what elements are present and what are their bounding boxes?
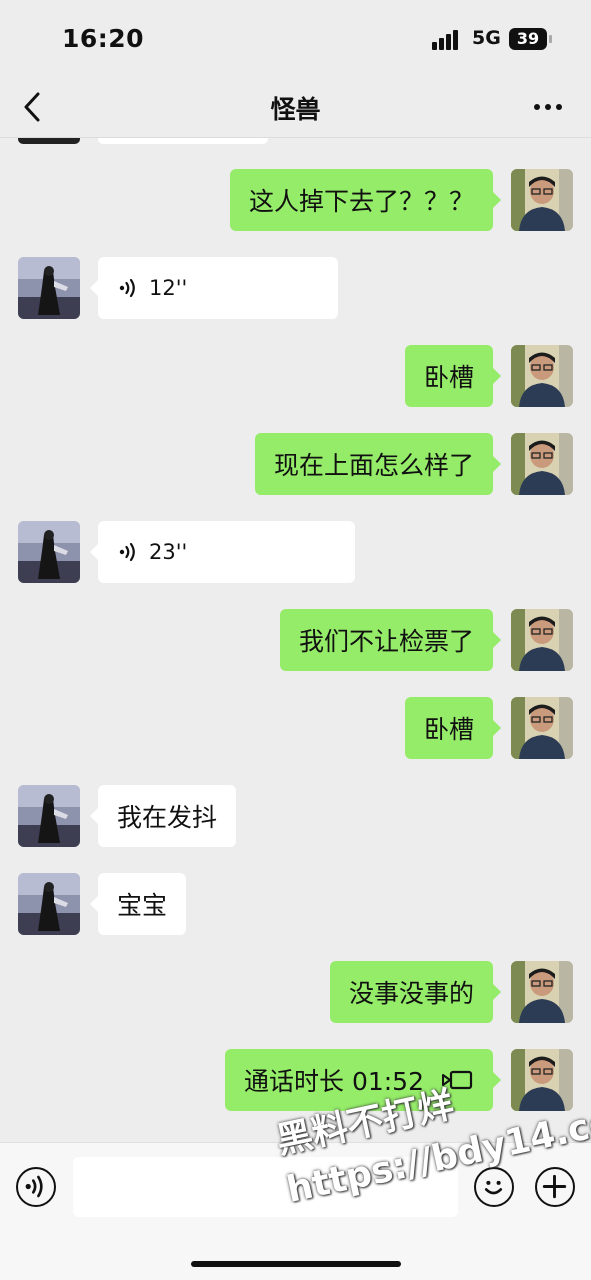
message-bubble[interactable]: 没事没事的 [329,961,502,1023]
message-bubble[interactable]: 卧槽 [404,345,502,407]
message-bubble[interactable]: 这人掉下去了？？？ [229,169,502,231]
contact-avatar[interactable] [18,521,80,583]
emoji-icon [484,1180,503,1195]
input-bar [0,1142,591,1280]
voice-message-bubble[interactable]: 23'' [90,521,355,583]
status-bar: 16:20 5G 39 [0,0,591,80]
more-options-button[interactable] [530,94,566,122]
my-avatar[interactable] [511,961,573,1023]
voice-icon [25,1175,43,1198]
message-bubble-partial [98,138,268,144]
battery-icon: 39 [509,28,547,50]
contact-avatar[interactable] [18,873,80,935]
battery-level: 39 [516,29,540,48]
my-avatar[interactable] [511,609,573,671]
message-input[interactable] [73,1157,458,1217]
battery-terminal [549,35,552,43]
message-text: 这人掉下去了？？？ [248,187,474,216]
message-bubble[interactable]: 我们不让检票了 [279,609,502,671]
message-bubble[interactable]: 卧槽 [404,697,502,759]
contact-avatar[interactable] [18,785,80,847]
message-text: 卧槽 [423,715,474,744]
voice-duration: 23'' [149,540,188,564]
message-text: 卧槽 [423,363,474,392]
voice-duration: 12'' [149,276,188,300]
my-avatar[interactable] [511,345,573,407]
cellular-signal-icon [432,30,464,50]
avatar-partial [18,138,80,144]
more-features-button[interactable] [535,1167,575,1207]
video-call-record-bubble[interactable]: 通话时长 01:52 [225,1049,501,1111]
my-avatar[interactable] [511,169,573,231]
message-text: 我们不让检票了 [298,627,474,656]
message-text: 没事没事的 [348,979,474,1008]
call-duration-text: 通话时长 01:52 [244,1067,424,1096]
message-bubble[interactable]: 宝宝 [89,873,187,935]
video-call-icon [442,1070,473,1090]
plus-icon [542,1174,567,1199]
contact-avatar[interactable] [18,257,80,319]
voice-input-button[interactable] [16,1167,56,1207]
voice-wave-icon [119,542,135,562]
my-avatar[interactable] [511,1049,573,1111]
message-text: 宝宝 [117,891,168,920]
status-time: 16:20 [62,24,145,53]
my-avatar[interactable] [511,433,573,495]
chat-header: 怪兽 [0,80,591,138]
home-indicator [191,1261,401,1267]
message-bubble[interactable]: 我在发抖 [89,785,237,847]
message-text: 现在上面怎么样了 [273,451,474,480]
voice-wave-icon [119,278,135,298]
chat-title: 怪兽 [270,95,321,124]
emoji-button[interactable] [474,1167,514,1207]
message-text: 我在发抖 [117,803,218,832]
message-list[interactable]: 这人掉下去了？？？ 12'' 卧槽 现在上面怎么样了 23'' 我们不让检票了 [0,138,591,1142]
my-avatar[interactable] [511,697,573,759]
message-bubble[interactable]: 现在上面怎么样了 [254,433,502,495]
network-type: 5G [472,27,501,49]
voice-message-bubble[interactable]: 12'' [90,257,338,319]
